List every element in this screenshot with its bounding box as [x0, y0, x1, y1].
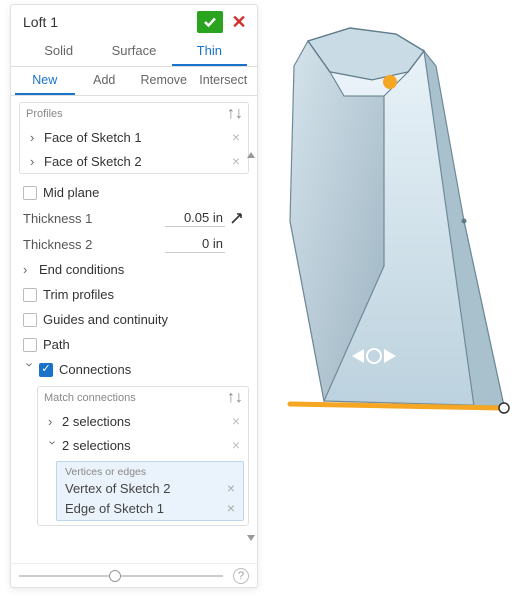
chevron-down-icon: ›	[23, 363, 38, 377]
tab-thin[interactable]: Thin	[172, 37, 247, 66]
mid-plane-checkbox[interactable]	[23, 186, 37, 200]
trim-profiles-label: Trim profiles	[43, 287, 245, 302]
chevron-right-icon: ›	[48, 414, 58, 429]
path-row[interactable]: Path	[19, 332, 249, 357]
guides-label: Guides and continuity	[43, 312, 245, 327]
selection-item-label: Edge of Sketch 1	[65, 501, 227, 516]
tab-remove[interactable]: Remove	[134, 67, 194, 95]
thickness1-row: Thickness 1	[19, 205, 249, 231]
vertex-marker	[462, 219, 467, 224]
check-icon	[202, 14, 218, 30]
profile-item[interactable]: › Face of Sketch 2 ×	[20, 149, 248, 173]
path-checkbox[interactable]	[23, 338, 37, 352]
mid-plane-row[interactable]: Mid plane	[19, 180, 249, 205]
remove-selection-button[interactable]: ×	[227, 500, 235, 516]
match-connections-label: Match connections	[44, 392, 228, 404]
selection-item[interactable]: Vertex of Sketch 2 ×	[57, 478, 243, 498]
selection-item[interactable]: Edge of Sketch 1 ×	[57, 498, 243, 518]
tab-surface[interactable]: Surface	[96, 37, 171, 66]
panel-scroll-area: Profiles ↑↓ › Face of Sketch 1 × › Face …	[11, 96, 257, 563]
panel-header: Loft 1 ✕	[11, 5, 257, 37]
chevron-down-icon: ›	[46, 440, 61, 450]
guides-row[interactable]: Guides and continuity	[19, 307, 249, 332]
mid-plane-label: Mid plane	[43, 185, 245, 200]
connections-label: Connections	[59, 362, 245, 377]
active-selection-box: Vertices or edges Vertex of Sketch 2 × E…	[56, 461, 244, 521]
selection-type-label: Vertices or edges	[57, 464, 243, 478]
profile-item[interactable]: › Face of Sketch 1 ×	[20, 125, 248, 149]
thickness2-row: Thickness 2	[19, 231, 249, 257]
connection-group-label: 2 selections	[62, 438, 230, 453]
confirm-button[interactable]	[197, 11, 223, 33]
chevron-right-icon: ›	[23, 262, 37, 277]
body-type-tabs: Solid Surface Thin	[11, 37, 257, 67]
selection-item-label: Vertex of Sketch 2	[65, 481, 227, 496]
remove-connection-button[interactable]: ×	[230, 437, 242, 453]
path-label: Path	[43, 337, 245, 352]
arrow-icon	[230, 211, 244, 225]
panel-footer: ?	[11, 563, 257, 587]
connections-content: Match connections ↑↓ › 2 selections × › …	[37, 386, 249, 526]
chevron-right-icon: ›	[30, 130, 40, 145]
remove-connection-button[interactable]: ×	[230, 413, 242, 429]
match-connections-group: Match connections ↑↓ › 2 selections × › …	[37, 386, 249, 526]
reorder-icon[interactable]: ↑↓	[228, 107, 242, 121]
viewport-3d[interactable]	[264, 6, 514, 438]
boolean-tabs: New Add Remove Intersect	[11, 67, 257, 96]
end-conditions-label: End conditions	[39, 262, 245, 277]
opacity-slider[interactable]	[19, 575, 223, 577]
tab-new[interactable]: New	[15, 67, 75, 95]
tab-solid[interactable]: Solid	[21, 37, 96, 66]
edge-endpoint-handle[interactable]	[499, 403, 509, 413]
profile-item-label: Face of Sketch 2	[44, 154, 230, 169]
scroll-up-icon[interactable]	[247, 152, 255, 160]
thickness2-label: Thickness 2	[23, 237, 165, 252]
thickness1-label: Thickness 1	[23, 211, 165, 226]
end-conditions-row[interactable]: › End conditions	[19, 257, 249, 282]
profile-item-label: Face of Sketch 1	[44, 130, 230, 145]
remove-profile-button[interactable]: ×	[230, 153, 242, 169]
guides-checkbox[interactable]	[23, 313, 37, 327]
connection-group-item[interactable]: › 2 selections ×	[38, 433, 248, 457]
selected-vertex-highlight	[383, 75, 397, 89]
scroll-down-icon[interactable]	[247, 535, 255, 541]
connection-group-label: 2 selections	[62, 414, 230, 429]
tab-add[interactable]: Add	[75, 67, 135, 95]
remove-selection-button[interactable]: ×	[227, 480, 235, 496]
slider-thumb[interactable]	[109, 570, 121, 582]
measure-direction-button[interactable]	[229, 210, 245, 226]
feature-title: Loft 1	[23, 14, 197, 30]
connection-group-item[interactable]: › 2 selections ×	[38, 409, 248, 433]
profiles-group: Profiles ↑↓ › Face of Sketch 1 × › Face …	[19, 102, 249, 174]
thickness2-input[interactable]	[165, 235, 225, 253]
trim-profiles-row[interactable]: Trim profiles	[19, 282, 249, 307]
trim-profiles-checkbox[interactable]	[23, 288, 37, 302]
reorder-icon[interactable]: ↑↓	[228, 391, 242, 405]
cancel-button[interactable]: ✕	[229, 12, 249, 32]
connections-checkbox[interactable]	[39, 363, 53, 377]
loft-feature-panel: Loft 1 ✕ Solid Surface Thin New Add Remo…	[10, 4, 258, 588]
thickness1-input[interactable]	[165, 209, 225, 227]
profiles-label: Profiles	[26, 108, 228, 120]
remove-profile-button[interactable]: ×	[230, 129, 242, 145]
tab-intersect[interactable]: Intersect	[194, 67, 254, 95]
connections-row[interactable]: › Connections	[19, 357, 249, 382]
chevron-right-icon: ›	[30, 154, 40, 169]
help-button[interactable]: ?	[233, 568, 249, 584]
close-icon: ✕	[231, 12, 246, 33]
